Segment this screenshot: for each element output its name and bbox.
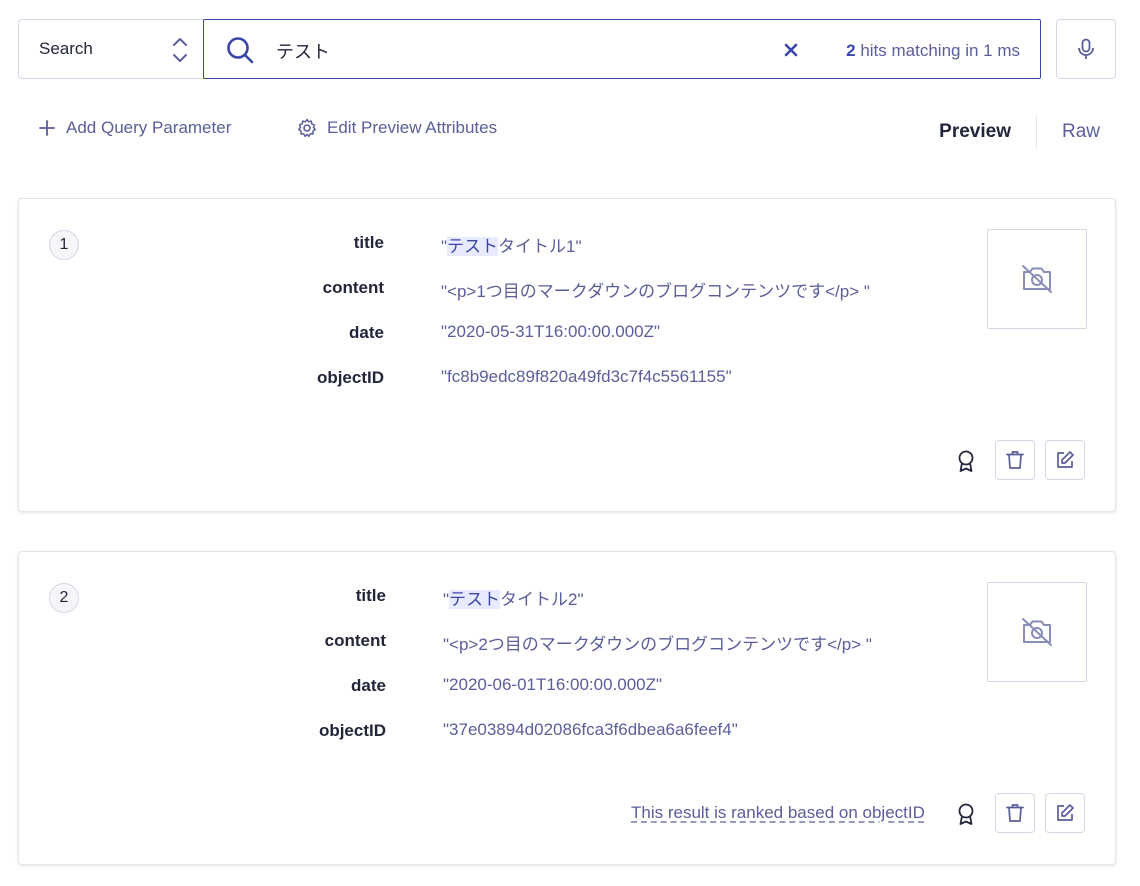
- ranking-explanation-link[interactable]: This result is ranked based on objectID: [631, 803, 925, 823]
- attribute-row-title: title: [19, 583, 386, 609]
- edit-button[interactable]: [1045, 793, 1085, 833]
- attribute-key: date: [351, 676, 386, 695]
- attribute-value-content: "<p>2つ目のマークダウンのブログコンテンツです</p> ": [443, 635, 872, 654]
- attribute-key: objectID: [316, 368, 384, 387]
- attribute-value-title: "テストタイトル1": [441, 232, 582, 257]
- delete-button[interactable]: [995, 440, 1035, 480]
- hits-summary: 2 hits matching in 1 ms: [846, 41, 1020, 61]
- plus-icon: [39, 120, 55, 136]
- attribute-key: date: [349, 323, 384, 342]
- add-query-parameter-button[interactable]: Add Query Parameter: [38, 118, 231, 138]
- attribute-row-date: date: [19, 320, 384, 346]
- attribute-row-date: date: [19, 673, 386, 699]
- voice-search-button[interactable]: [1056, 19, 1116, 79]
- no-image-icon: [1022, 618, 1052, 646]
- attribute-key: title: [353, 233, 384, 252]
- attribute-key: content: [324, 631, 386, 650]
- award-icon[interactable]: [955, 449, 977, 473]
- attribute-key: title: [355, 586, 386, 605]
- attribute-row-title: title: [19, 230, 384, 256]
- edit-button[interactable]: [1045, 440, 1085, 480]
- edit-icon: [1057, 451, 1074, 468]
- result-card-1: 1 title "テストタイトル1" content "<p>1つ目のマークダウ…: [18, 198, 1116, 512]
- attribute-row-content: content: [19, 628, 386, 654]
- search-mode-select[interactable]: Search: [18, 19, 204, 79]
- attribute-value-objectid: "37e03894d02086fca3f6dbea6a6feef4": [443, 720, 738, 739]
- search-mode-label: Search: [39, 39, 93, 58]
- trash-icon: [1006, 804, 1024, 822]
- attribute-row-content: content: [19, 275, 384, 301]
- microphone-icon: [1078, 38, 1094, 59]
- attribute-key: objectID: [318, 721, 386, 740]
- attribute-value-content: "<p>1つ目のマークダウンのブログコンテンツです</p> ": [441, 282, 870, 301]
- gear-icon: [298, 118, 316, 138]
- highlighted-match: テスト: [447, 237, 499, 256]
- highlighted-match: テスト: [449, 590, 501, 609]
- chevron-updown-icon: [173, 38, 187, 62]
- view-tabs: Preview Raw: [939, 116, 1100, 148]
- result-card-2: 2 title "テストタイトル2" content "<p>2つ目のマークダウ…: [18, 551, 1116, 865]
- attribute-value-title: "テストタイトル2": [443, 585, 584, 610]
- attribute-row-objectid: objectID: [19, 718, 386, 744]
- title-rest: タイトル1": [498, 237, 582, 256]
- attribute-value-date: "2020-06-01T16:00:00.000Z": [443, 675, 663, 694]
- image-placeholder: [987, 229, 1087, 329]
- hits-text: hits matching in 1 ms: [855, 41, 1020, 60]
- search-icon: [227, 37, 254, 64]
- title-rest: タイトル2": [500, 590, 584, 609]
- tab-raw[interactable]: Raw: [1062, 121, 1100, 143]
- attribute-value-objectid: "fc8b9edc89f820a49fd3c7f4c5561155": [441, 367, 732, 386]
- edit-icon: [1057, 804, 1074, 821]
- image-placeholder: [987, 582, 1087, 682]
- attribute-value-date: "2020-05-31T16:00:00.000Z": [441, 322, 661, 341]
- search-input[interactable]: テスト: [276, 38, 330, 64]
- attribute-row-objectid: objectID: [19, 365, 384, 391]
- add-query-parameter-label: Add Query Parameter: [66, 118, 232, 137]
- close-icon[interactable]: [782, 41, 800, 59]
- search-box[interactable]: テスト 2 hits matching in 1 ms: [203, 19, 1041, 79]
- edit-preview-attributes-button[interactable]: Edit Preview Attributes: [297, 118, 497, 138]
- tab-preview[interactable]: Preview: [939, 121, 1011, 143]
- attribute-key: content: [322, 278, 384, 297]
- hits-count: 2: [846, 41, 856, 60]
- no-image-icon: [1022, 265, 1052, 293]
- award-icon[interactable]: [955, 802, 977, 826]
- edit-preview-attributes-label: Edit Preview Attributes: [327, 118, 498, 137]
- tab-divider: [1035, 116, 1037, 148]
- trash-icon: [1006, 451, 1024, 469]
- delete-button[interactable]: [995, 793, 1035, 833]
